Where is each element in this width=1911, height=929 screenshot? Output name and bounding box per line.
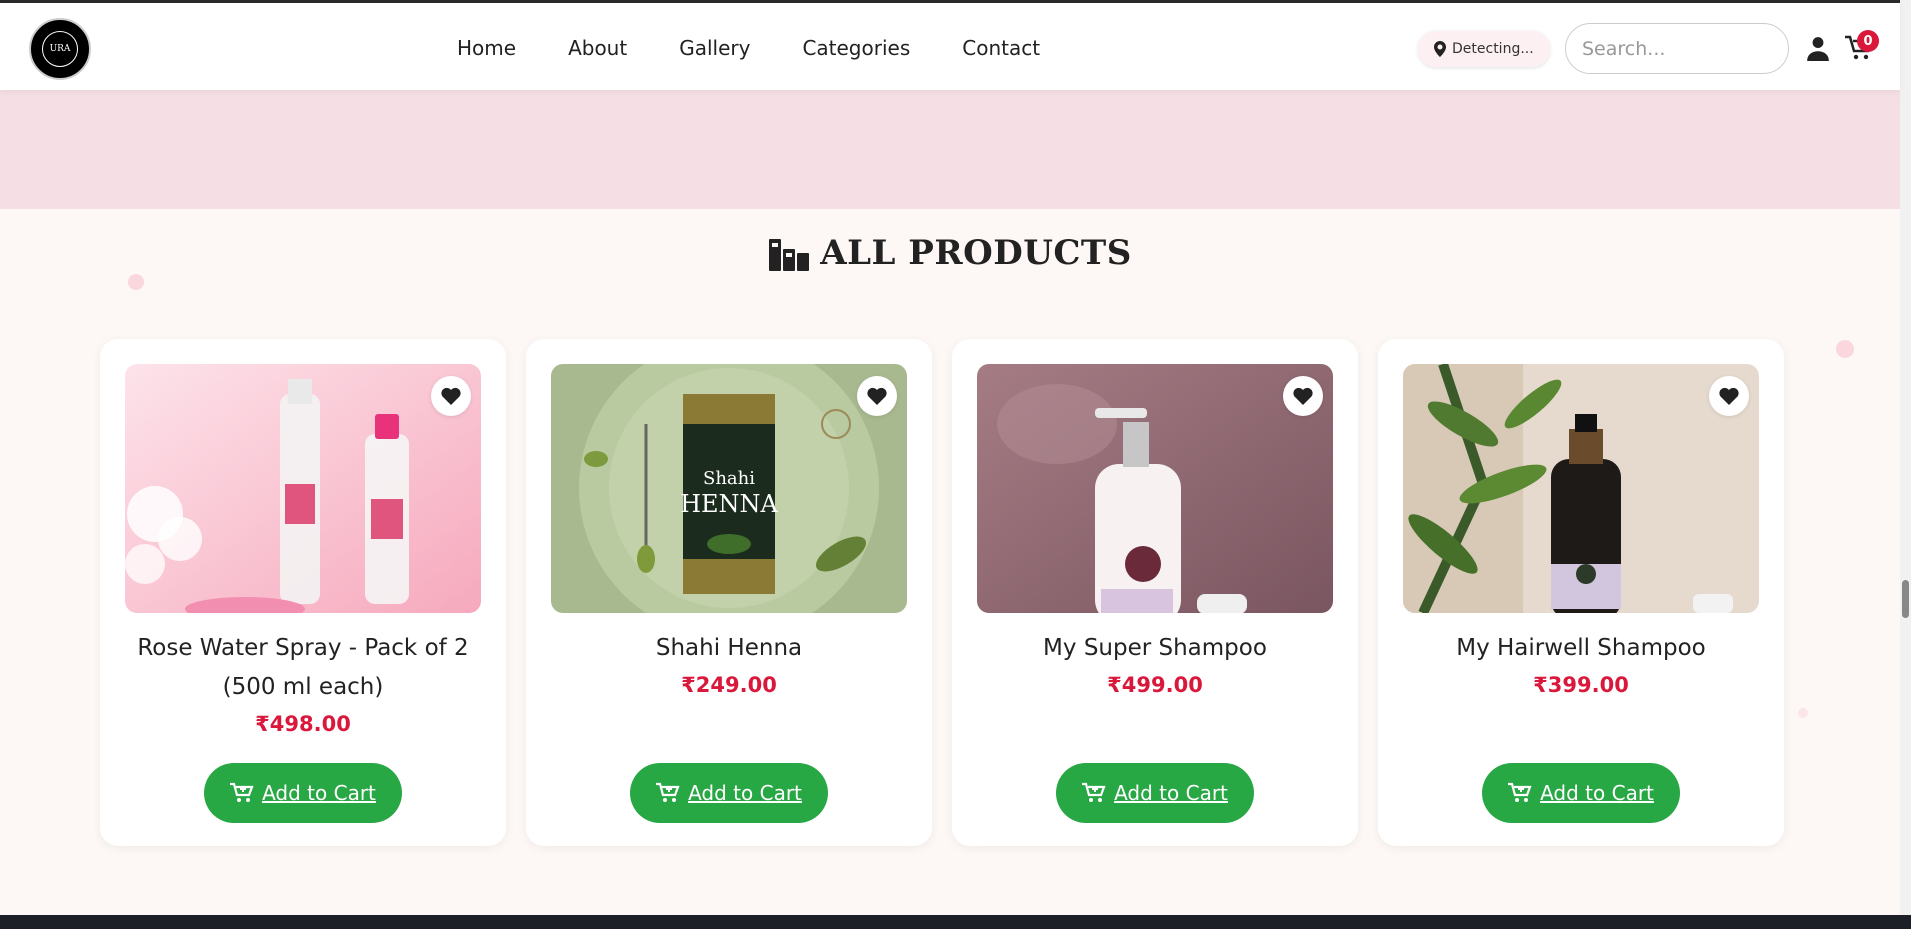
add-to-cart-button[interactable]: Add to Cart bbox=[630, 763, 828, 823]
wishlist-button[interactable] bbox=[857, 376, 897, 416]
product-card[interactable]: Rose Water Spray - Pack of 2 (500 ml eac… bbox=[100, 339, 506, 846]
product-price: ₹498.00 bbox=[255, 712, 351, 736]
add-to-cart-button[interactable]: Add to Cart bbox=[204, 763, 402, 823]
product-price: ₹249.00 bbox=[681, 673, 777, 697]
boxes-icon bbox=[769, 239, 810, 271]
add-to-cart-button[interactable]: Add to Cart bbox=[1056, 763, 1254, 823]
product-image[interactable] bbox=[977, 364, 1333, 613]
heart-icon bbox=[441, 387, 461, 405]
add-to-cart-label: Add to Cart bbox=[1114, 781, 1228, 805]
product-image[interactable]: Shahi HENNA bbox=[551, 364, 907, 613]
cart-count-badge: 0 bbox=[1857, 30, 1879, 52]
brand-logo-mark: URA bbox=[42, 31, 78, 67]
os-taskbar bbox=[0, 915, 1911, 929]
wishlist-button[interactable] bbox=[1283, 376, 1323, 416]
decorative-petal bbox=[1836, 340, 1854, 358]
wishlist-button[interactable] bbox=[431, 376, 471, 416]
product-card[interactable]: My Super Shampoo ₹499.00 Add to Cart bbox=[952, 339, 1358, 846]
svg-text:HENNA: HENNA bbox=[680, 490, 778, 518]
add-to-cart-label: Add to Cart bbox=[1540, 781, 1654, 805]
cart-plus-icon bbox=[656, 782, 680, 802]
product-name[interactable]: Shahi Henna bbox=[546, 629, 912, 668]
brand-logo[interactable]: URA bbox=[29, 18, 91, 80]
nav-about[interactable]: About bbox=[568, 36, 627, 60]
nav-home[interactable]: Home bbox=[457, 36, 516, 60]
search-input[interactable] bbox=[1565, 23, 1789, 74]
pink-banner bbox=[0, 90, 1900, 209]
section-title: ALL PRODUCTS bbox=[820, 233, 1132, 273]
cart-plus-icon bbox=[230, 782, 254, 802]
heart-icon bbox=[867, 387, 887, 405]
product-name[interactable]: My Super Shampoo bbox=[972, 629, 1338, 668]
product-grid: Rose Water Spray - Pack of 2 (500 ml eac… bbox=[100, 339, 1784, 846]
cart-plus-icon bbox=[1508, 782, 1532, 802]
decorative-petal bbox=[128, 274, 144, 290]
heart-icon bbox=[1293, 387, 1313, 405]
nav-contact[interactable]: Contact bbox=[962, 36, 1040, 60]
product-name[interactable]: My Hairwell Shampoo bbox=[1398, 629, 1764, 668]
site-header: URA Home About Gallery Categories Contac… bbox=[0, 0, 1900, 90]
user-icon[interactable] bbox=[1805, 35, 1831, 61]
add-to-cart-label: Add to Cart bbox=[262, 781, 376, 805]
product-price: ₹399.00 bbox=[1533, 673, 1629, 697]
product-price: ₹499.00 bbox=[1107, 673, 1203, 697]
nav-gallery[interactable]: Gallery bbox=[679, 36, 750, 60]
location-pill[interactable]: Detecting... bbox=[1418, 31, 1550, 67]
wishlist-button[interactable] bbox=[1709, 376, 1749, 416]
section-heading: ALL PRODUCTS bbox=[0, 233, 1900, 273]
page-scrollbar[interactable] bbox=[1900, 0, 1911, 915]
product-card[interactable]: Shahi HENNA Shahi Henna ₹249.00 Add to C… bbox=[526, 339, 932, 846]
product-image[interactable] bbox=[1403, 364, 1759, 613]
svg-text:Shahi: Shahi bbox=[703, 468, 755, 489]
add-to-cart-label: Add to Cart bbox=[688, 781, 802, 805]
scrollbar-thumb[interactable] bbox=[1902, 580, 1909, 618]
add-to-cart-button[interactable]: Add to Cart bbox=[1482, 763, 1680, 823]
cart-plus-icon bbox=[1082, 782, 1106, 802]
product-image[interactable] bbox=[125, 364, 481, 613]
product-name[interactable]: Rose Water Spray - Pack of 2 (500 ml eac… bbox=[120, 629, 486, 707]
decorative-petal bbox=[1798, 708, 1808, 718]
location-label: Detecting... bbox=[1452, 41, 1534, 57]
location-pin-icon bbox=[1434, 41, 1446, 57]
heart-icon bbox=[1719, 387, 1739, 405]
main-nav: Home About Gallery Categories Contact bbox=[457, 3, 1040, 93]
nav-categories[interactable]: Categories bbox=[802, 36, 910, 60]
product-card[interactable]: My Hairwell Shampoo ₹399.00 Add to Cart bbox=[1378, 339, 1784, 846]
